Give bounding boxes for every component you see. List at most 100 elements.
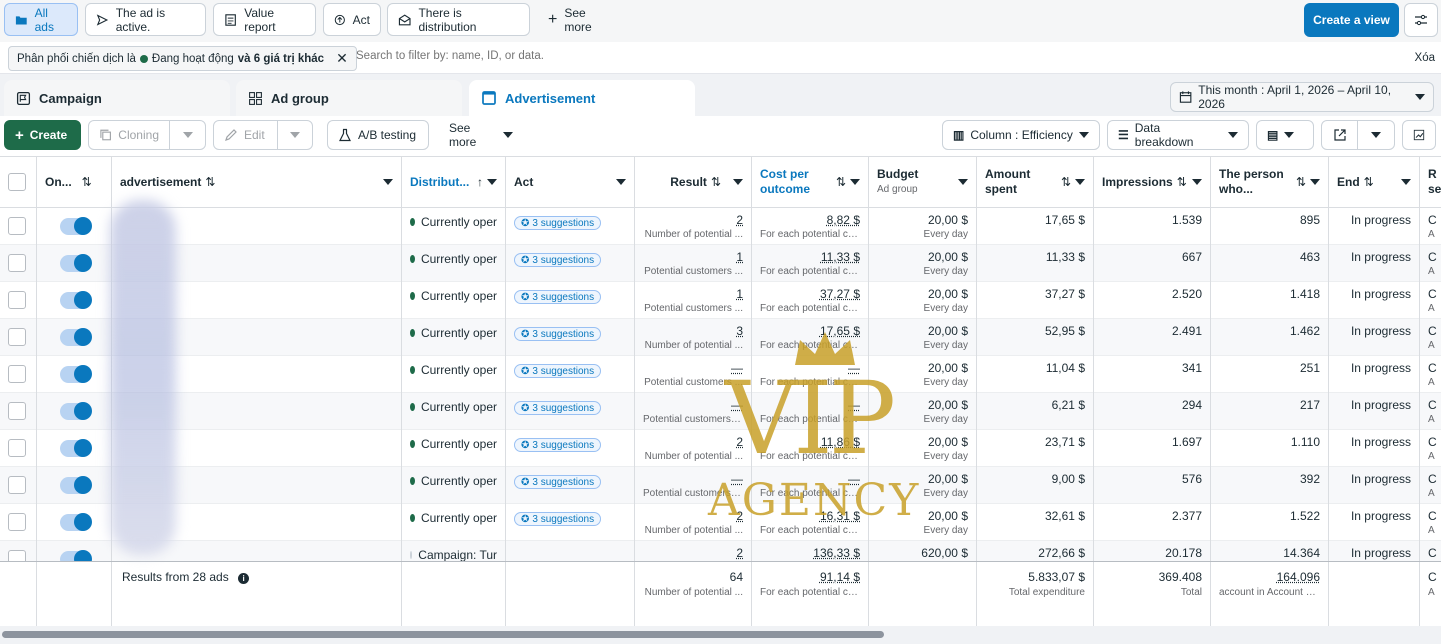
totals-blank xyxy=(506,562,635,626)
row-checkbox[interactable] xyxy=(8,291,26,309)
header-result[interactable]: Result ⇅ xyxy=(635,157,752,208)
close-icon[interactable]: ✕ xyxy=(336,50,348,67)
row-checkbox[interactable] xyxy=(8,476,26,494)
tab-advertisement[interactable]: Advertisement xyxy=(469,80,695,116)
header-reach[interactable]: The person who... ⇅ xyxy=(1211,157,1329,208)
cell-result: — Potential customers ... xyxy=(635,356,752,393)
date-range-picker[interactable]: This month : April 1, 2026 – April 10, 2… xyxy=(1170,82,1434,112)
ad-active-button[interactable]: The ad is active. xyxy=(85,3,206,36)
search-input[interactable] xyxy=(356,50,756,62)
cell-person: 1.522 xyxy=(1211,504,1329,541)
on-off-toggle[interactable] xyxy=(60,328,92,346)
edit-dropdown[interactable] xyxy=(277,120,313,150)
cell-spent: 17,65 $ xyxy=(977,208,1094,245)
suggestions-badge[interactable]: ✪ 3 suggestions xyxy=(514,327,602,341)
table-row[interactable]: Currently oper ✪ 3 suggestions — Potential c… xyxy=(0,467,1441,504)
clear-filters-button[interactable]: Xóa xyxy=(1415,52,1435,64)
all-ads-button[interactable]: All ads xyxy=(4,3,78,36)
row-checkbox[interactable] xyxy=(8,328,26,346)
create-view-button[interactable]: Create a view xyxy=(1304,3,1399,37)
header-act-label: Act xyxy=(514,175,534,189)
suggestions-badge[interactable]: ✪ 3 suggestions xyxy=(514,401,602,415)
filter-chip[interactable]: Phân phối chiến dịch là Đang hoạt động v… xyxy=(8,46,357,71)
columns-dropdown[interactable]: ▥ Column : Efficiency xyxy=(942,120,1100,150)
cell-budget: 20,00 $ Every day xyxy=(869,356,977,393)
chart-button[interactable] xyxy=(1402,120,1436,150)
row-checkbox[interactable] xyxy=(8,254,26,272)
on-off-toggle[interactable] xyxy=(60,439,92,457)
select-all-checkbox[interactable] xyxy=(8,173,26,191)
suggestions-badge[interactable]: ✪ 3 suggestions xyxy=(514,216,602,230)
info-icon[interactable]: i xyxy=(238,573,250,584)
result-value: 1 xyxy=(736,287,743,301)
table-row[interactable]: Currently oper ✪ 3 suggestions — Potential c… xyxy=(0,393,1441,430)
cell-end: In progress xyxy=(1329,504,1420,541)
on-off-toggle[interactable] xyxy=(60,476,92,494)
row-checkbox[interactable] xyxy=(8,402,26,420)
totals-spent-sub: Total expenditure xyxy=(1008,587,1085,598)
cloning-dropdown[interactable] xyxy=(169,120,206,150)
budget-sub: Every day xyxy=(923,266,968,277)
horizontal-scrollbar[interactable] xyxy=(0,626,1441,644)
ab-testing-button[interactable]: A/B testing xyxy=(327,120,429,150)
header-advertisement[interactable]: advertisement ⇅ xyxy=(112,157,402,208)
cloning-button[interactable]: Cloning xyxy=(88,120,170,150)
suggestions-badge[interactable]: ✪ 3 suggestions xyxy=(514,364,602,378)
suggestions-badge[interactable]: ✪ 3 suggestions xyxy=(514,438,602,452)
table-row[interactable]: Currently oper ✪ 3 suggestions 2 Number of p… xyxy=(0,504,1441,541)
header-amount-spent[interactable]: Amount spent ⇅ xyxy=(977,157,1094,208)
breakdown-dropdown[interactable]: ☰ Data breakdown xyxy=(1107,120,1249,150)
edit-button[interactable]: Edit xyxy=(213,120,278,150)
tab-campaign[interactable]: Campaign xyxy=(4,80,230,116)
scrollbar-thumb[interactable] xyxy=(2,631,884,638)
table-row[interactable]: Currently oper ✪ 3 suggestions 3 Number of p… xyxy=(0,319,1441,356)
on-off-toggle[interactable] xyxy=(60,254,92,272)
header-end[interactable]: End ⇅ xyxy=(1329,157,1420,208)
row-checkbox[interactable] xyxy=(8,365,26,383)
reach-value: 895 xyxy=(1299,213,1320,227)
suggestions-badge[interactable]: ✪ 3 suggestions xyxy=(514,512,602,526)
create-button[interactable]: + Create xyxy=(4,120,81,150)
table-row[interactable]: Currently oper ✪ 3 suggestions 1 Potential c… xyxy=(0,282,1441,319)
export-button[interactable] xyxy=(1321,120,1358,150)
on-off-toggle[interactable] xyxy=(60,402,92,420)
header-on-off[interactable]: On... ⇅ xyxy=(37,157,112,208)
row-checkbox[interactable] xyxy=(8,513,26,531)
toolbar-see-more-button[interactable]: See more xyxy=(438,120,524,150)
suggestions-badge[interactable]: ✪ 3 suggestions xyxy=(514,290,602,304)
cost-value: 11,33 $ xyxy=(820,250,860,264)
header-distribution[interactable]: Distribut... ↑ xyxy=(402,157,506,208)
table-row[interactable]: Currently oper ✪ 3 suggestions 2 Number of p… xyxy=(0,430,1441,467)
header-act[interactable]: Act xyxy=(506,157,635,208)
toolbar-see-more-label: See more xyxy=(449,121,477,149)
table-row[interactable]: Currently oper ✪ 3 suggestions — Potential c… xyxy=(0,356,1441,393)
row-checkbox[interactable] xyxy=(8,217,26,235)
table-row[interactable]: Currently oper ✪ 3 suggestions 2 Number of p… xyxy=(0,208,1441,245)
table-row[interactable]: Currently oper ✪ 3 suggestions 1 Potential c… xyxy=(0,245,1441,282)
header-budget[interactable]: Budget Ad group xyxy=(869,157,977,208)
export-dropdown[interactable] xyxy=(1357,120,1395,150)
on-off-toggle[interactable] xyxy=(60,291,92,309)
sliders-icon xyxy=(1415,14,1427,26)
on-off-toggle[interactable] xyxy=(60,365,92,383)
header-cost-per-outcome[interactable]: Cost per outcome ⇅ xyxy=(752,157,869,208)
value-report-label: Value report xyxy=(244,5,276,34)
row-checkbox[interactable] xyxy=(8,439,26,457)
status-dot xyxy=(410,255,415,263)
suggestions-badge[interactable]: ✪ 3 suggestions xyxy=(514,253,602,267)
reach-value: 1.462 xyxy=(1289,324,1320,338)
header-extra[interactable]: R se xyxy=(1420,157,1441,208)
suggestions-badge[interactable]: ✪ 3 suggestions xyxy=(514,475,602,489)
see-more-button[interactable]: + See more xyxy=(537,3,621,36)
tab-ad-group[interactable]: Ad group xyxy=(236,80,462,116)
value-report-button[interactable]: Value report xyxy=(213,3,316,36)
settings-button[interactable] xyxy=(1404,3,1438,37)
distribution-button[interactable]: There is distribution xyxy=(387,3,530,36)
act-button[interactable]: Act xyxy=(323,3,381,36)
chevron-down-icon xyxy=(1228,132,1238,138)
on-off-toggle[interactable] xyxy=(60,217,92,235)
reports-dropdown[interactable]: ▤ xyxy=(1256,120,1314,150)
header-impressions[interactable]: Impressions ⇅ xyxy=(1094,157,1211,208)
cell-spent: 52,95 $ xyxy=(977,319,1094,356)
on-off-toggle[interactable] xyxy=(60,513,92,531)
